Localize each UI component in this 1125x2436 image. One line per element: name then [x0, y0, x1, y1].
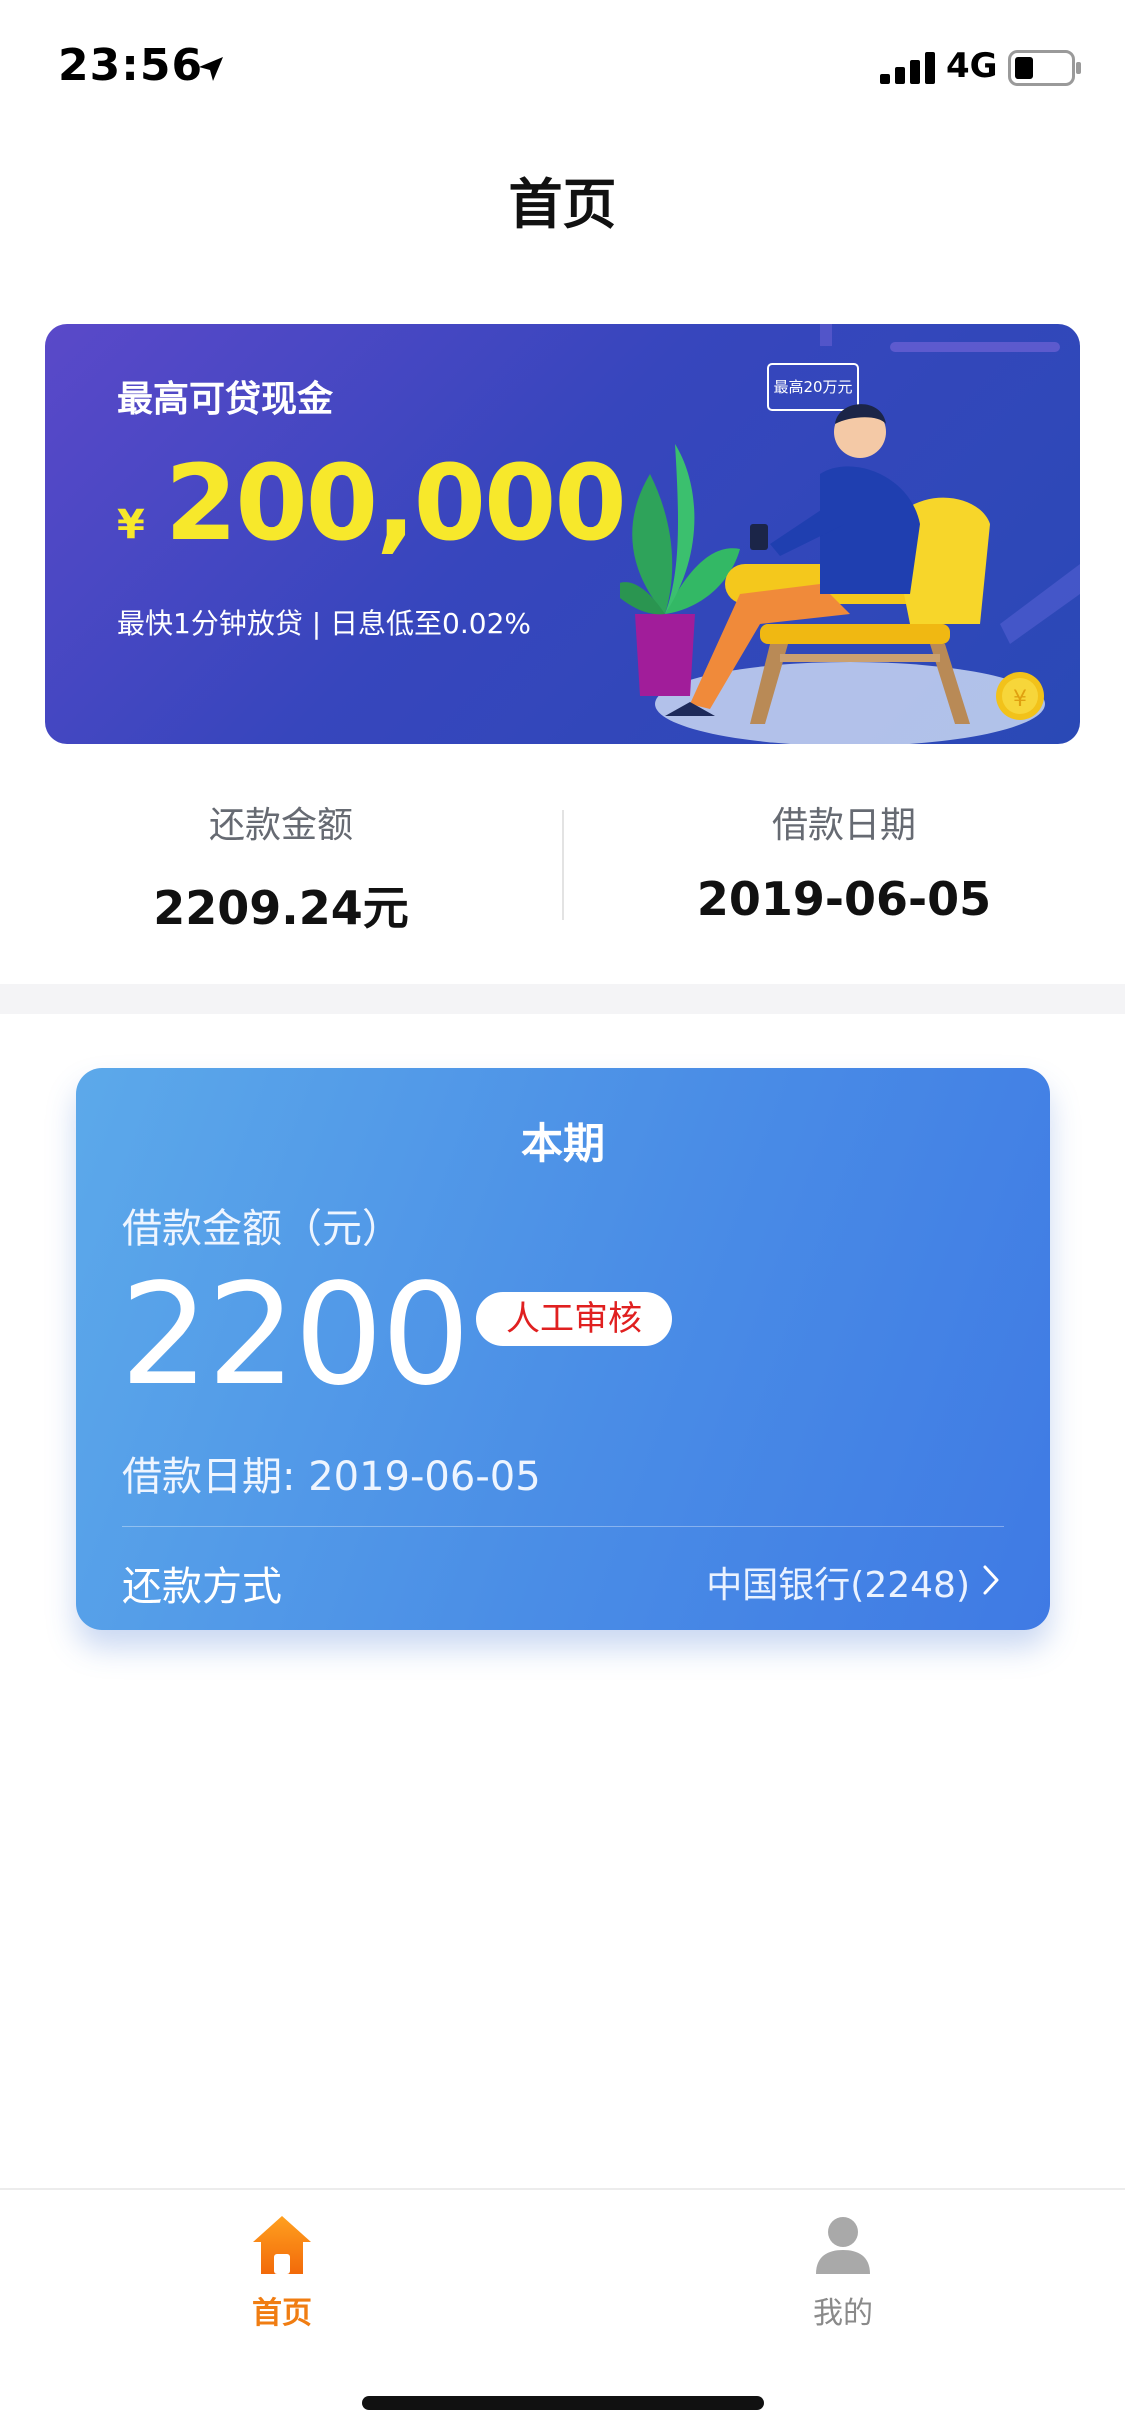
home-icon	[253, 2216, 311, 2274]
loan-date-line: 借款日期: 2019-06-05	[122, 1454, 541, 1500]
user-icon	[816, 2217, 870, 2274]
chevron-right-icon[interactable]	[982, 1564, 1000, 1596]
repay-bank-account[interactable]: 中国银行(2248)	[706, 1556, 970, 1608]
location-arrow-icon	[199, 57, 223, 81]
repay-amount-label: 还款金额	[208, 805, 353, 846]
repay-amount-block: 还款金额 2209.24元	[0, 780, 562, 938]
tab-home[interactable]: 首页	[182, 2212, 382, 2332]
page-title: 首页	[508, 173, 617, 236]
banner-currency-symbol: ¥	[117, 502, 145, 548]
status-time: 23:56	[58, 40, 204, 91]
loan-amount-value: 2200	[120, 1254, 470, 1417]
repay-method-label: 还款方式	[122, 1564, 282, 1610]
current-period-card[interactable]: 本期 借款金额（元） 2200 人工审核 借款日期: 2019-06-05 还款…	[76, 1068, 1050, 1630]
cellular-signal-icon	[880, 52, 935, 84]
loan-amount-label: 借款金额（元）	[122, 1206, 402, 1252]
repayment-summary: 还款金额 2209.24元 借款日期 2019-06-05	[0, 780, 1125, 950]
tab-mine-label: 我的	[813, 2296, 873, 2331]
tab-mine[interactable]: 我的	[743, 2212, 943, 2332]
section-divider	[0, 984, 1125, 1014]
home-indicator[interactable]	[362, 2396, 764, 2410]
repay-amount-value: 2209.24元	[153, 881, 409, 935]
coin-icon: ¥	[996, 672, 1044, 720]
status-bar: 23:56 4G	[0, 0, 1125, 132]
svg-text:最高20万元: 最高20万元	[773, 378, 852, 396]
card-divider	[122, 1526, 1004, 1527]
tab-home-label: 首页	[252, 2296, 312, 2331]
loan-promo-banner[interactable]: 最高可贷现金 ¥ 200,000 最快1分钟放贷 | 日息低至0.02% ¥ 最…	[45, 324, 1080, 744]
loan-date-label: 借款日期	[771, 805, 916, 846]
banner-tagline: 最快1分钟放贷 | 日息低至0.02%	[117, 607, 531, 640]
loan-date-value: 2019-06-05	[696, 872, 992, 926]
battery-icon	[1008, 50, 1081, 86]
app-screen: 23:56 4G 首页 最高可贷现金 ¥ 200,000 最快1分钟放贷 | 日…	[0, 0, 1125, 2436]
status-badge: 人工审核	[476, 1292, 672, 1346]
loan-date-block: 借款日期 2019-06-05	[563, 780, 1125, 926]
banner-illustration: ¥ 最高20万元	[620, 324, 1080, 744]
banner-max-amount: 200,000	[165, 442, 627, 564]
network-type: 4G	[946, 46, 998, 86]
period-card-title: 本期	[520, 1119, 605, 1168]
svg-text:¥: ¥	[1013, 687, 1027, 712]
banner-headline: 最高可贷现金	[117, 379, 334, 420]
